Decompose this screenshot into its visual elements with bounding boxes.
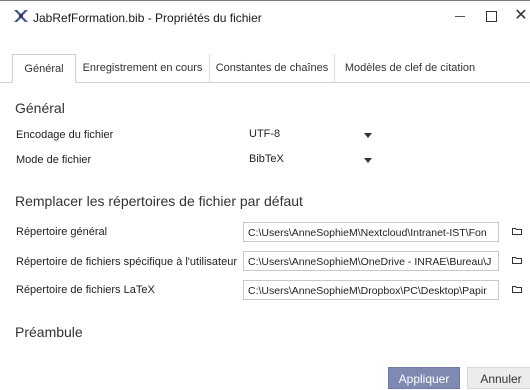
- file-mode-value: BibTeX: [249, 153, 284, 165]
- maximize-icon: [486, 11, 497, 22]
- user-directory-input[interactable]: [244, 253, 498, 270]
- tab-string-constants[interactable]: Constantes de chaînes: [210, 54, 335, 82]
- general-section-title: Général: [15, 100, 65, 116]
- file-mode-label: Mode de fichier: [16, 154, 92, 166]
- folder-icon[interactable]: [512, 228, 522, 235]
- general-directory-input[interactable]: [244, 224, 498, 241]
- user-directory-field[interactable]: [243, 251, 499, 271]
- tab-citation-key-patterns[interactable]: Modèles de clef de citation: [335, 54, 485, 82]
- latex-directory-field[interactable]: [243, 280, 499, 300]
- maximize-button[interactable]: [478, 5, 504, 27]
- directories-section-title: Remplacer les répertoires de fichier par…: [15, 193, 303, 209]
- encoding-select[interactable]: UTF-8: [243, 126, 380, 144]
- window-top-border: [0, 0, 530, 1]
- tab-general[interactable]: Général: [12, 54, 76, 83]
- minimize-button[interactable]: [448, 5, 474, 27]
- close-icon: ✕: [514, 7, 528, 24]
- chevron-down-icon: [364, 133, 372, 138]
- general-directory-label: Répertoire général: [16, 226, 108, 238]
- latex-directory-input[interactable]: [244, 282, 498, 299]
- tab-saving[interactable]: Enregistrement en cours: [76, 54, 210, 82]
- jabref-app-icon: [14, 10, 28, 22]
- minimize-icon: [455, 16, 465, 17]
- encoding-label: Encodage du fichier: [16, 129, 114, 141]
- chevron-down-icon: [364, 158, 372, 163]
- title-bar: JabRefFormation.bib - Propriétés du fich…: [0, 2, 530, 30]
- folder-icon[interactable]: [512, 257, 522, 264]
- tab-bar: Général Enregistrement en cours Constant…: [0, 54, 530, 83]
- file-mode-select[interactable]: BibTeX: [243, 151, 380, 169]
- folder-icon[interactable]: [512, 286, 522, 293]
- general-directory-field[interactable]: [243, 222, 499, 242]
- latex-directory-label: Répertoire de fichiers LaTeX: [16, 284, 155, 296]
- close-button[interactable]: ✕: [508, 5, 530, 27]
- encoding-value: UTF-8: [249, 128, 281, 140]
- window-title: JabRefFormation.bib - Propriétés du fich…: [33, 11, 262, 25]
- preamble-section-title: Préambule: [15, 324, 83, 340]
- user-directory-label: Répertoire de fichiers spécifique à l'ut…: [16, 256, 237, 268]
